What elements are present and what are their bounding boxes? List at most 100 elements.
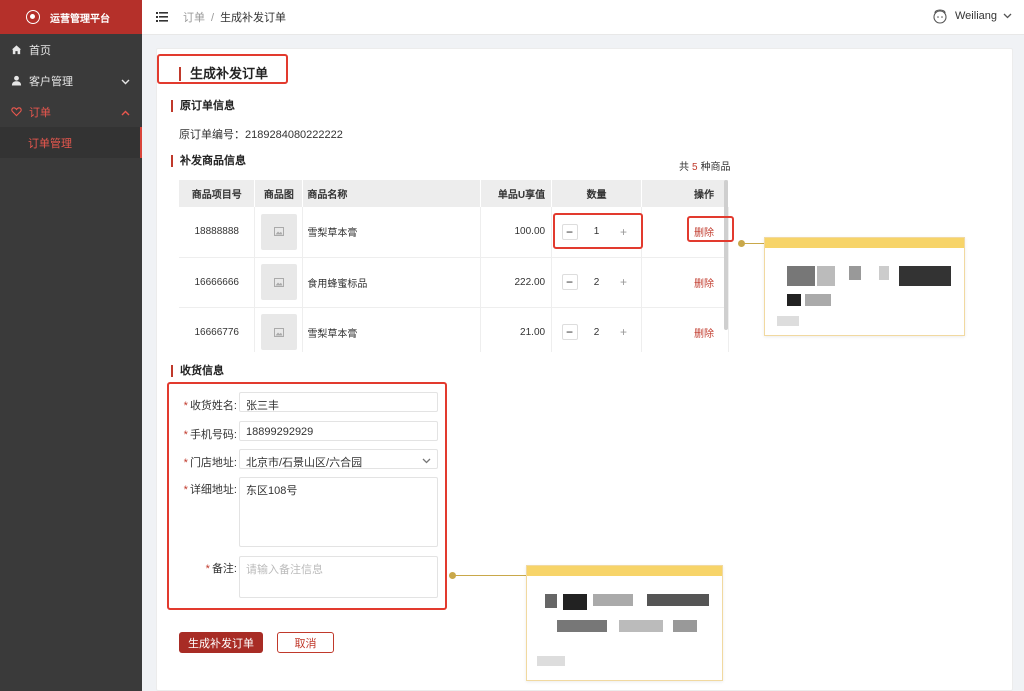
product-count: 共 5 种商品 bbox=[679, 158, 731, 173]
store-address-select[interactable]: 北京市/石景山区/六合园 bbox=[239, 449, 438, 469]
user-icon bbox=[10, 75, 22, 87]
top-bar: 订单 / 生成补发订单 Weiliang bbox=[142, 0, 1024, 35]
cell-code: 16666776 bbox=[179, 307, 256, 352]
cell-code: 16666666 bbox=[179, 257, 256, 308]
cell-name: 食用蜂蜜标品 bbox=[302, 257, 482, 308]
redacted-block bbox=[899, 266, 951, 286]
cell-image bbox=[254, 307, 304, 352]
sidebar-item-customers[interactable]: 客户管理 bbox=[0, 65, 142, 96]
increment-button[interactable]: + bbox=[615, 324, 632, 340]
user-menu[interactable]: Weiliang bbox=[931, 7, 1012, 25]
username: Weiliang bbox=[955, 10, 997, 22]
phone-input[interactable]: 18899292929 bbox=[239, 421, 438, 441]
select-value: 北京市/石景山区/六合园 bbox=[246, 457, 363, 469]
redacted-block bbox=[673, 620, 697, 632]
delete-button[interactable]: 删除 bbox=[694, 228, 714, 239]
chevron-down-icon bbox=[121, 76, 130, 88]
label-text: 详细地址: bbox=[189, 484, 237, 496]
recipient-name-input[interactable]: 张三丰 bbox=[239, 392, 438, 412]
cancel-button[interactable]: 取消 bbox=[277, 632, 334, 653]
annotation-note bbox=[764, 237, 965, 336]
chevron-down-icon bbox=[422, 455, 431, 467]
sidebar-item-label: 客户管理 bbox=[29, 75, 73, 88]
cell-price: 222.00 bbox=[480, 257, 553, 308]
cell-image bbox=[254, 257, 304, 308]
redacted-block bbox=[619, 620, 663, 632]
sidebar: 运营管理平台 首页 客户管理 订单 订单管理 bbox=[0, 0, 142, 691]
redacted-block bbox=[805, 294, 831, 306]
sidebar-item-label: 首页 bbox=[29, 44, 51, 57]
redacted-block bbox=[593, 594, 633, 606]
store-label: * 门店地址: bbox=[183, 457, 237, 469]
delete-button[interactable]: 删除 bbox=[694, 279, 714, 290]
quantity-value[interactable]: 2 bbox=[594, 327, 600, 338]
menu-toggle-icon[interactable] bbox=[156, 11, 168, 23]
cell-action: 删除 bbox=[641, 207, 729, 258]
breadcrumb: 订单 / 生成补发订单 bbox=[183, 9, 286, 25]
annotation-header bbox=[765, 238, 964, 248]
cell-qty: − 1 + bbox=[551, 207, 643, 258]
count-number: 5 bbox=[692, 162, 698, 173]
annotation-note bbox=[526, 565, 723, 681]
quantity-stepper: − 2 + bbox=[561, 324, 632, 340]
table-scrollbar[interactable] bbox=[724, 180, 728, 330]
brand[interactable]: 运营管理平台 bbox=[0, 0, 142, 34]
cell-action: 删除 bbox=[641, 307, 729, 352]
redacted-block bbox=[777, 316, 799, 326]
quantity-stepper: − 2 + bbox=[561, 274, 632, 290]
column-header-image: 商品图 bbox=[254, 180, 304, 207]
table-row: 16666666 食用蜂蜜标品 222.00 − 2 + 删除 bbox=[179, 257, 729, 308]
cell-image bbox=[254, 207, 304, 258]
cell-price: 100.00 bbox=[480, 207, 553, 258]
decrement-button[interactable]: − bbox=[561, 324, 578, 340]
count-suffix: 种商品 bbox=[700, 162, 731, 173]
image-placeholder-icon bbox=[260, 264, 297, 300]
column-header-price: 单品U享值 bbox=[480, 180, 553, 207]
sidebar-item-label: 订单 bbox=[29, 106, 51, 119]
sidebar-item-home[interactable]: 首页 bbox=[0, 34, 142, 65]
connector-line bbox=[742, 243, 764, 244]
sidebar-item-orders[interactable]: 订单 bbox=[0, 96, 142, 127]
cell-name: 雪梨草本膏 bbox=[302, 207, 482, 258]
redacted-block bbox=[537, 656, 565, 666]
section-title-products: 补发商品信息 bbox=[171, 155, 246, 167]
column-header-qty: 数量 bbox=[551, 180, 643, 207]
redacted-block bbox=[879, 266, 889, 280]
address-textarea[interactable]: 东区108号 bbox=[239, 477, 438, 547]
home-icon bbox=[10, 44, 22, 56]
cell-qty: − 2 + bbox=[551, 257, 643, 308]
increment-button[interactable]: + bbox=[615, 274, 632, 290]
logo-icon bbox=[26, 10, 40, 24]
decrement-button[interactable]: − bbox=[561, 223, 578, 240]
decrement-button[interactable]: − bbox=[561, 274, 578, 290]
label-text: 收货姓名: bbox=[189, 400, 237, 412]
cell-qty: − 2 + bbox=[551, 307, 643, 352]
label-text: 备注: bbox=[211, 563, 237, 575]
avatar bbox=[931, 7, 949, 25]
section-title-shipping: 收货信息 bbox=[171, 365, 224, 377]
quantity-value[interactable]: 1 bbox=[594, 226, 600, 237]
remark-textarea[interactable]: 请输入备注信息 bbox=[239, 556, 438, 598]
table-row: 18888888 雪梨草本膏 100.00 − 1 + 删除 bbox=[179, 207, 729, 258]
label-text: 门店地址: bbox=[189, 457, 237, 469]
breadcrumb-item[interactable]: 订单 bbox=[183, 12, 205, 24]
increment-button[interactable]: + bbox=[615, 223, 632, 240]
quantity-stepper: − 1 + bbox=[561, 223, 632, 240]
cell-code: 18888888 bbox=[179, 207, 256, 258]
submit-button[interactable]: 生成补发订单 bbox=[179, 632, 263, 653]
quantity-value[interactable]: 2 bbox=[594, 277, 600, 288]
page-title: 生成补发订单 bbox=[179, 67, 268, 81]
column-header-code: 商品项目号 bbox=[179, 180, 256, 207]
table-row: 16666776 雪梨草本膏 21.00 − 2 + 删除 bbox=[179, 307, 729, 352]
redacted-block bbox=[557, 620, 607, 632]
column-header-name: 商品名称 bbox=[302, 180, 482, 207]
section-title-original-order: 原订单信息 bbox=[171, 100, 235, 112]
products-table: 商品项目号 商品图 商品名称 单品U享值 数量 操作 18888888 雪梨草本… bbox=[179, 180, 729, 352]
original-order-number: 原订单编号：2189284080222222 bbox=[179, 126, 343, 142]
brand-name: 运营管理平台 bbox=[50, 13, 110, 25]
heart-icon bbox=[10, 106, 22, 118]
redacted-block bbox=[787, 266, 815, 286]
delete-button[interactable]: 删除 bbox=[694, 329, 714, 340]
chevron-down-icon bbox=[1003, 10, 1012, 22]
sidebar-item-order-management[interactable]: 订单管理 bbox=[0, 127, 142, 158]
